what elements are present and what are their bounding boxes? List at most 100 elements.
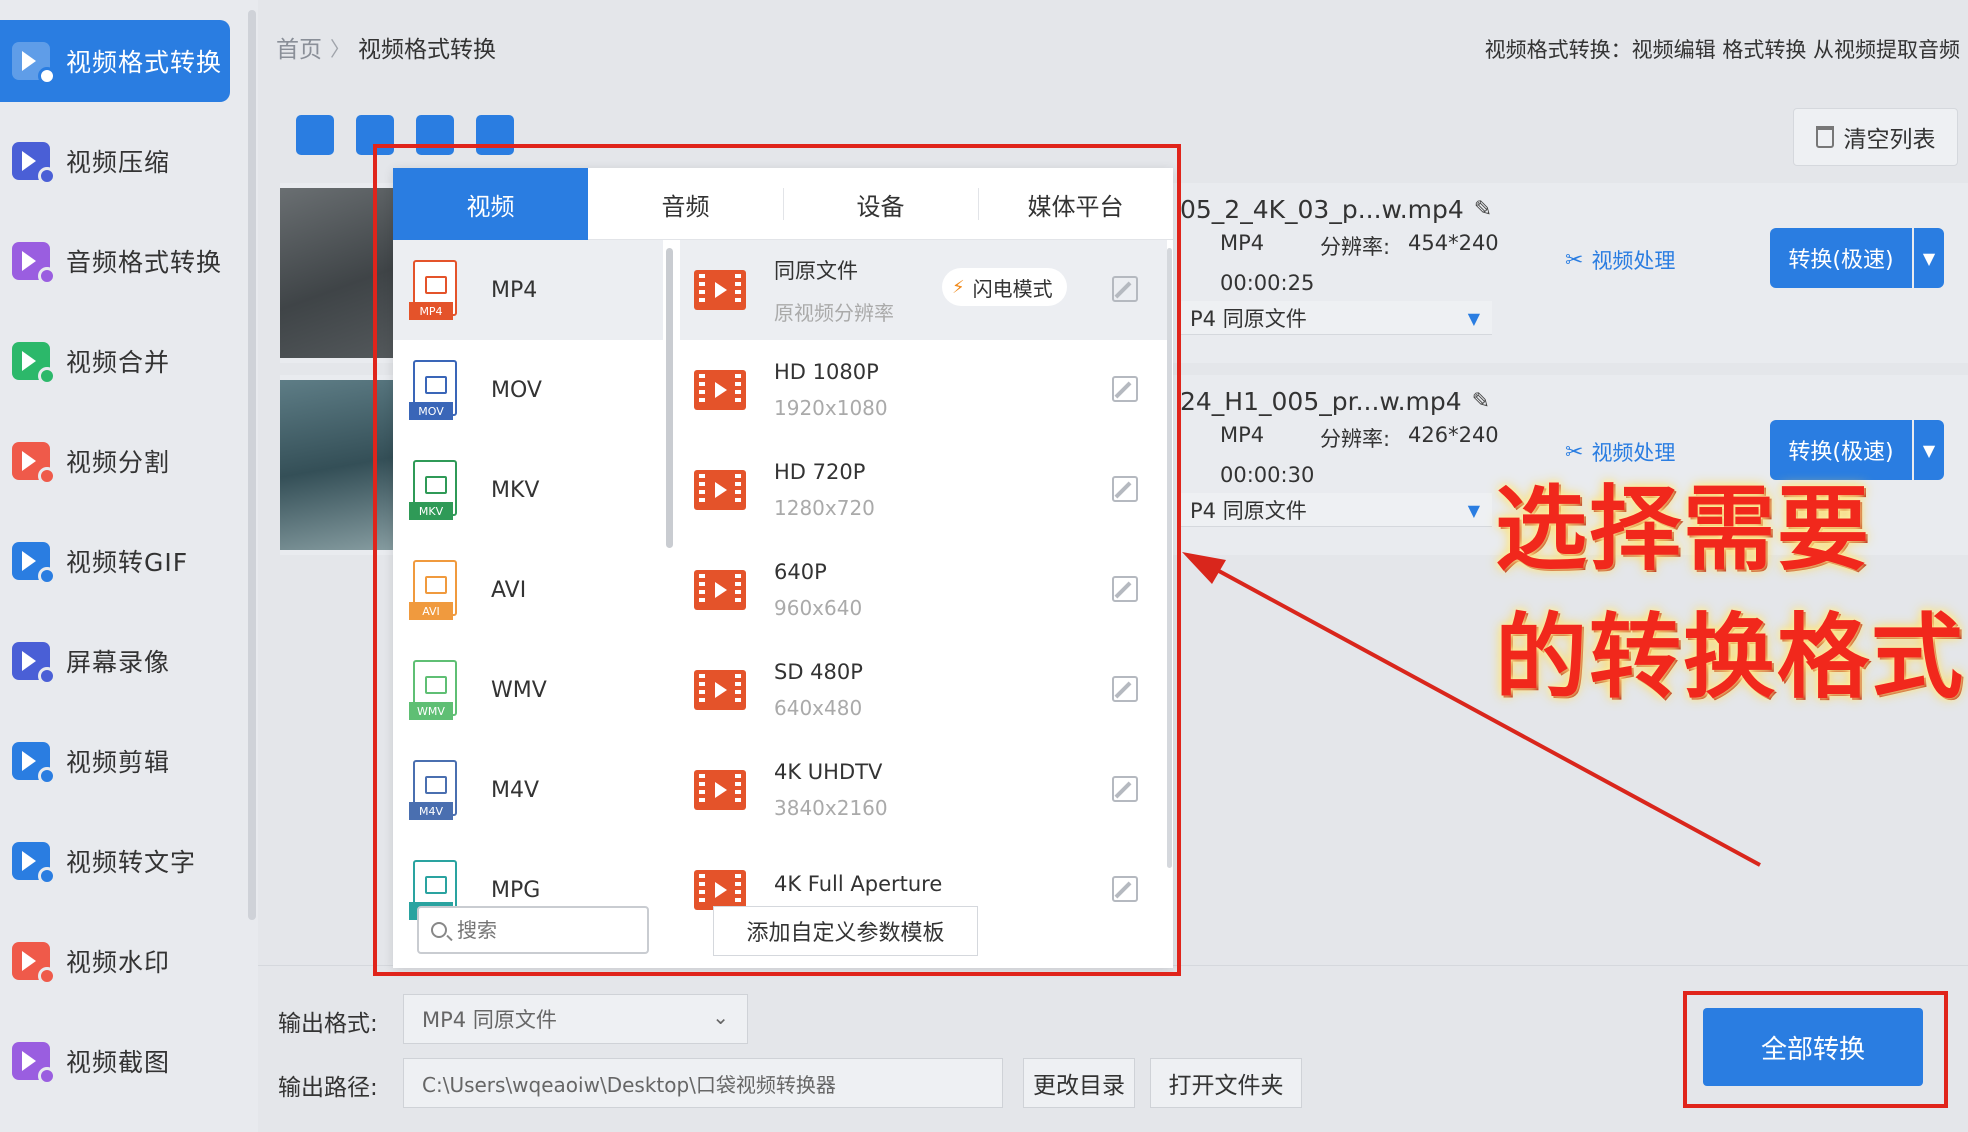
sidebar-item[interactable]: 视频截图 bbox=[0, 1020, 230, 1102]
sidebar-item-label: 视频压缩 bbox=[66, 148, 171, 177]
convert-fast-button[interactable]: 转换(极速) bbox=[1770, 228, 1912, 288]
search-icon bbox=[431, 922, 447, 938]
format-tag: MP4 bbox=[409, 302, 453, 320]
sidebar-item-label: 视频剪辑 bbox=[66, 748, 171, 777]
change-directory-button[interactable]: 更改目录 bbox=[1023, 1058, 1135, 1108]
annotation-line-2: 的转换格式 bbox=[1495, 603, 1966, 711]
format-item[interactable]: MKV MKV bbox=[393, 440, 663, 540]
edit-icon[interactable] bbox=[1112, 876, 1138, 902]
format-item[interactable]: WMV WMV bbox=[393, 640, 663, 740]
open-folder-button[interactable]: 打开文件夹 bbox=[1150, 1058, 1302, 1108]
resolution-list-scrollbar[interactable] bbox=[1167, 248, 1172, 868]
resolution-name: HD 1080P bbox=[774, 360, 879, 384]
resolution-text: SD 480P 640x480 bbox=[774, 660, 863, 720]
edit-icon[interactable] bbox=[1112, 576, 1138, 602]
resolution-size: 960x640 bbox=[774, 596, 863, 620]
sidebar-item[interactable]: 视频转文字 bbox=[0, 820, 230, 902]
sidebar-item[interactable]: 视频转GIF bbox=[0, 520, 230, 602]
resolution-size: 640x480 bbox=[774, 696, 863, 720]
add-template-button[interactable]: 添加自定义参数模板 bbox=[713, 906, 978, 956]
add-folder-icon[interactable] bbox=[356, 115, 394, 155]
edit-icon[interactable] bbox=[1112, 376, 1138, 402]
format-tag: WMV bbox=[409, 702, 453, 720]
import-device-icon[interactable] bbox=[416, 115, 454, 155]
format-search[interactable] bbox=[417, 906, 649, 954]
file-duration: 00:00:25 bbox=[1220, 271, 1315, 295]
output-format-select[interactable]: P4 同原文件 ▼ bbox=[1180, 493, 1492, 527]
resolution-name: SD 480P bbox=[774, 660, 863, 684]
format-name: WMV bbox=[491, 677, 547, 703]
sidebar-item[interactable]: 视频水印 bbox=[0, 920, 230, 1002]
format-popup: 视频 音频 设备 媒体平台 MP4 MP4 MOV MOV MKV MKV AVI AVI WM… bbox=[393, 168, 1173, 968]
resolution-list: 同原文件 原视频分辨率 ⚡ 闪电模式 HD 1080P 1920x1080 HD 720P 1… bbox=[680, 240, 1173, 968]
video-process-link[interactable]: ✂ 视频处理 bbox=[1565, 245, 1675, 275]
tab-media-platform[interactable]: 媒体平台 bbox=[978, 168, 1173, 240]
format-item[interactable]: MOV MOV bbox=[393, 340, 663, 440]
output-format-dropdown[interactable]: MP4 同原文件 ⌄ bbox=[403, 994, 748, 1044]
flash-mode-badge[interactable]: ⚡ 闪电模式 bbox=[942, 268, 1067, 306]
resolution-text: HD 1080P 1920x1080 bbox=[774, 360, 888, 420]
sidebar-item[interactable]: 视频压缩 bbox=[0, 120, 230, 202]
sidebar-item-label: 视频截图 bbox=[66, 1048, 171, 1077]
format-tag: MOV bbox=[409, 402, 453, 420]
file-name: 24_H1_005_pr...w.mp4 ✎ bbox=[1180, 387, 1490, 416]
video-merge-icon bbox=[12, 342, 56, 385]
convert-all-button[interactable]: 全部转换 bbox=[1703, 1008, 1923, 1086]
tab-device[interactable]: 设备 bbox=[783, 168, 978, 240]
sidebar-item[interactable]: 视频格式转换 bbox=[0, 20, 230, 102]
sidebar-item[interactable]: 视频剪辑 bbox=[0, 720, 230, 802]
format-item[interactable]: MP4 MP4 bbox=[393, 240, 663, 340]
annotation-text: 选择需要 的转换格式 bbox=[1495, 465, 1965, 721]
resolution-item[interactable]: SD 480P 640x480 bbox=[680, 640, 1167, 740]
chevron-down-icon: ⌄ bbox=[712, 1005, 729, 1029]
tab-video[interactable]: 视频 bbox=[393, 168, 588, 240]
film-icon bbox=[694, 570, 746, 610]
page-title: 视频格式转换 bbox=[358, 37, 496, 63]
output-path-label: 输出路径: bbox=[278, 1075, 378, 1101]
resolution-item[interactable]: 同原文件 原视频分辨率 ⚡ 闪电模式 bbox=[680, 240, 1167, 340]
video-split-icon bbox=[12, 442, 56, 485]
resolution-text: 同原文件 原视频分辨率 bbox=[774, 255, 894, 326]
format-name: MP4 bbox=[491, 277, 538, 303]
format-item[interactable]: AVI AVI bbox=[393, 540, 663, 640]
sidebar-item-label: 视频分割 bbox=[66, 448, 171, 477]
file-resolution: 426*240 bbox=[1408, 423, 1499, 447]
rename-icon[interactable]: ✎ bbox=[1472, 389, 1490, 414]
clear-list-button[interactable]: 清空列表 bbox=[1793, 108, 1958, 166]
edit-icon[interactable] bbox=[1112, 276, 1138, 302]
resolution-name: 4K Full Aperture bbox=[774, 872, 943, 896]
edit-icon[interactable] bbox=[1112, 476, 1138, 502]
search-input[interactable] bbox=[457, 918, 637, 942]
flash-mode-label: 闪电模式 bbox=[972, 276, 1053, 301]
format-item[interactable]: M4V M4V bbox=[393, 740, 663, 840]
lightning-icon: ⚡ bbox=[952, 276, 965, 298]
video-text-icon bbox=[12, 842, 56, 885]
resolution-item[interactable]: 4K UHDTV 3840x2160 bbox=[680, 740, 1167, 840]
edit-icon[interactable] bbox=[1112, 676, 1138, 702]
resolution-item[interactable]: HD 720P 1280x720 bbox=[680, 440, 1167, 540]
convert-dropdown-button[interactable]: ▼ bbox=[1914, 228, 1944, 288]
resolution-item[interactable]: 640P 960x640 bbox=[680, 540, 1167, 640]
file-name-text: 05_2_4K_03_p...w.mp4 bbox=[1180, 195, 1464, 224]
sidebar-scrollbar[interactable] bbox=[248, 10, 256, 920]
breadcrumb-home[interactable]: 首页 bbox=[276, 30, 322, 64]
sidebar-item[interactable]: 音频格式转换 bbox=[0, 220, 230, 302]
sidebar-item-label: 视频转文字 bbox=[66, 848, 197, 877]
output-path-field[interactable]: C:\Users\wqeaoiw\Desktop\口袋视频转换器 bbox=[403, 1058, 1003, 1108]
rename-icon[interactable]: ✎ bbox=[1474, 197, 1492, 222]
resolution-item[interactable]: HD 1080P 1920x1080 bbox=[680, 340, 1167, 440]
format-list-scrollbar[interactable] bbox=[666, 248, 673, 548]
film-icon bbox=[694, 370, 746, 410]
sidebar-item[interactable]: 视频分割 bbox=[0, 420, 230, 502]
resolution-label: 分辨率: bbox=[1320, 235, 1391, 259]
video-process-link[interactable]: ✂ 视频处理 bbox=[1565, 437, 1675, 467]
sidebar-item[interactable]: 屏幕录像 bbox=[0, 620, 230, 702]
add-file-icon[interactable] bbox=[296, 115, 334, 155]
output-format-select[interactable]: P4 同原文件 ▼ bbox=[1180, 301, 1492, 335]
resolution-label: 分辨率: bbox=[1320, 427, 1391, 451]
sidebar-item[interactable]: 视频合并 bbox=[0, 320, 230, 402]
m3u8-icon[interactable] bbox=[476, 115, 514, 155]
edit-icon[interactable] bbox=[1112, 776, 1138, 802]
tab-audio[interactable]: 音频 bbox=[588, 168, 783, 240]
breadcrumb: 首页 〉 视频格式转换 bbox=[276, 30, 496, 64]
